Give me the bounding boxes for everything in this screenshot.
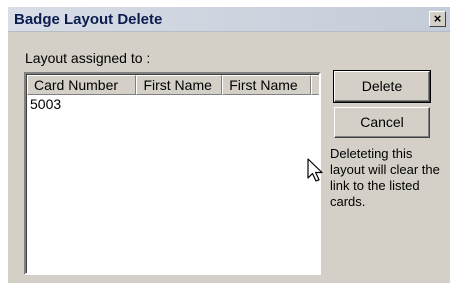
badge-layout-delete-dialog: Badge Layout Delete × Layout assigned to… [8,7,450,283]
cancel-button[interactable]: Cancel [334,107,430,138]
assigned-cards-list[interactable]: Card Number First Name First Name 5003 [24,72,321,275]
window-title: Badge Layout Delete [14,11,163,28]
close-button[interactable]: × [429,11,446,27]
list-header: Card Number First Name First Name [27,75,319,95]
column-header-card-number[interactable]: Card Number [27,75,137,95]
title-bar: Badge Layout Delete × [8,7,450,32]
close-icon: × [433,11,442,26]
column-header-first-name-2[interactable]: First Name [222,75,311,95]
delete-button[interactable]: Delete [333,70,431,103]
column-header-first-name[interactable]: First Name [136,75,223,95]
arrow-cursor-icon [307,158,323,182]
list-item[interactable]: 5003 [30,96,61,112]
column-header-filler [310,75,319,95]
layout-assigned-label: Layout assigned to : [25,50,151,66]
delete-warning-text: Deleteting this layout will clear the li… [330,146,440,209]
cell-card-number: 5003 [30,96,62,112]
